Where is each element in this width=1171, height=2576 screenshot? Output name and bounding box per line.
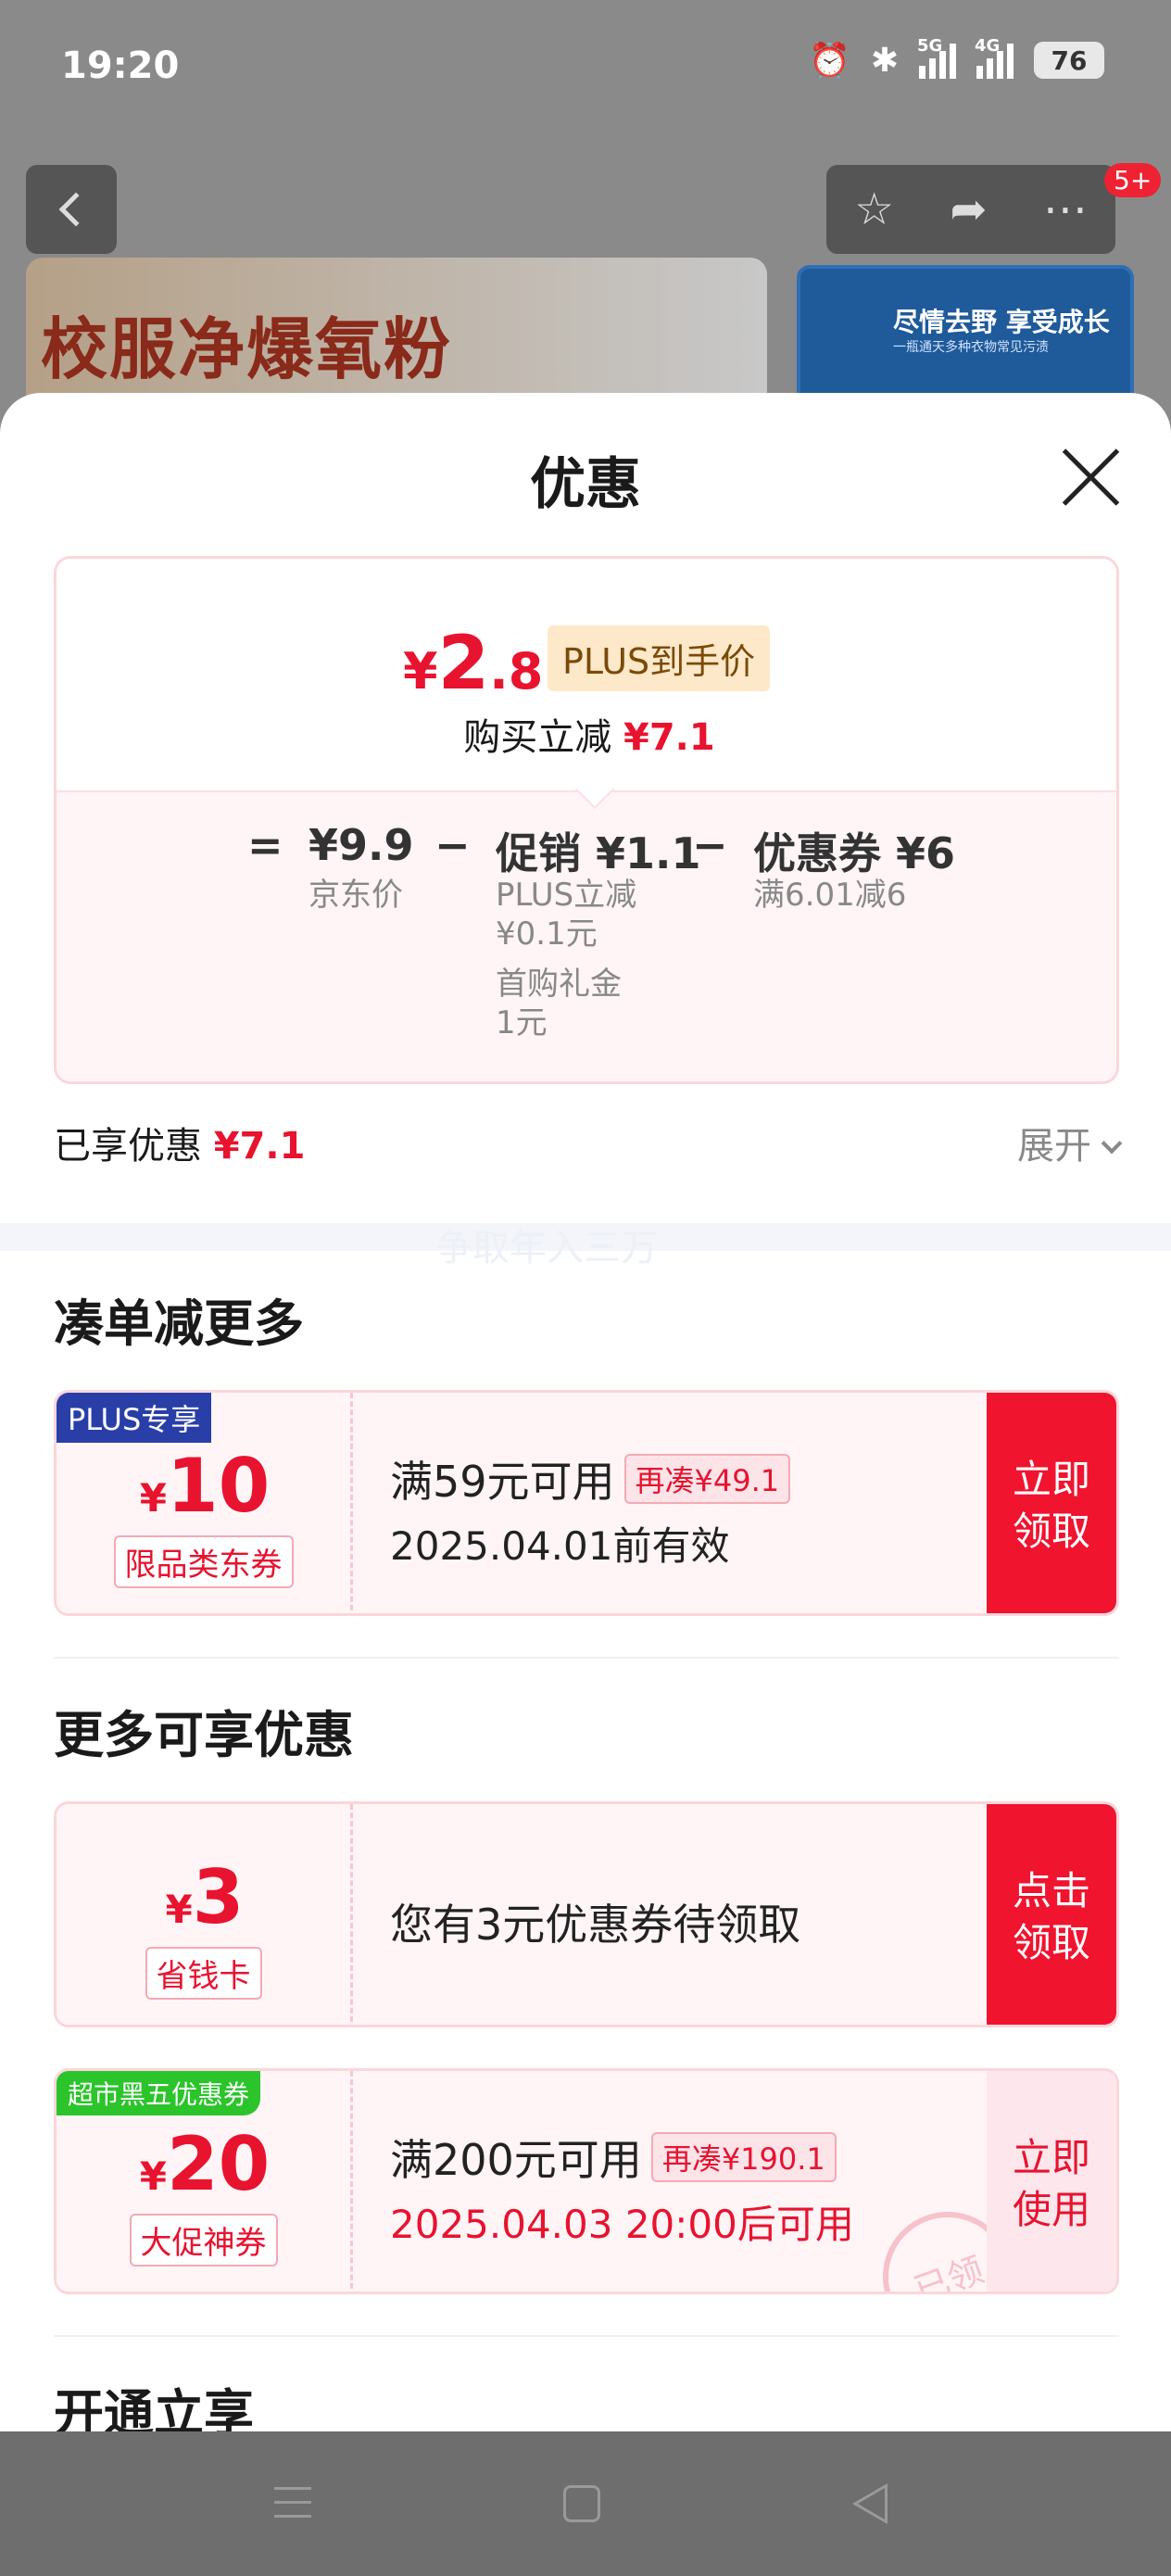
equals-sign: = (247, 820, 283, 870)
banner-right-sub: 一瓶通天多种衣物常见污渍 (893, 340, 1049, 355)
coupon-details: 满200元可用 再凑¥190.1 2025.04.03 20:00后可用 (390, 2127, 854, 2250)
price-breakdown-card: ¥2.8 PLUS到手价 购买立减 ¥7.1 = ¥9.9 京东价 − 促销 ¥… (54, 556, 1119, 1084)
message-badge: 5+ (1104, 163, 1162, 197)
section-title-open: 开通立享 (54, 2384, 254, 2431)
coupon-condition: 满59元可用 (390, 1457, 615, 1507)
promo-sub-1: PLUS立减 (496, 877, 637, 914)
coupon-card-plus: PLUS专享 ¥10 限品类东券 满59元可用 再凑¥49.1 2025.04.0… (54, 1390, 1119, 1616)
system-nav-bar (0, 2433, 1171, 2576)
alarm-icon: ⏰ (809, 42, 850, 80)
coupon-validity: 2025.04.01前有效 (390, 1523, 730, 1569)
divider-line (54, 1657, 1119, 1659)
coupon-amount: 优惠券 ¥6 (753, 828, 956, 878)
promo-sub-4: 1元 (496, 1004, 548, 1042)
back-triangle-icon[interactable] (852, 2483, 888, 2524)
promo-sub-3: 首购礼金 (496, 966, 622, 1003)
expand-toggle[interactable]: 展开 (1017, 1116, 1123, 1169)
minus-sign-2: − (692, 820, 728, 870)
promo-sub-2: ¥0.1元 (496, 915, 598, 953)
signal-4g-icon: 4G (975, 36, 1014, 79)
promo-amount: 促销 ¥1.1 (496, 828, 701, 878)
reduce-line: 购买立减 ¥7.1 (463, 716, 715, 759)
final-price: ¥2.8 (403, 620, 544, 706)
plus-exclusive-tag: PLUS专享 (57, 1393, 212, 1443)
enjoyed-discount: 已享优惠 ¥7.1 (54, 1125, 306, 1168)
coupon-amount: ¥3 (165, 1854, 245, 1940)
battery-icon: 76 (1034, 42, 1104, 79)
claim-button[interactable]: 立即 领取 (987, 1393, 1116, 1613)
banner-right-text: 尽情去野 享受成长 (893, 307, 1110, 337)
coupon-card-savings: ¥3 省钱卡 您有3元优惠券待领取 点击 领取 (54, 1801, 1119, 2027)
star-icon[interactable]: ☆ (854, 183, 894, 235)
section-title-bundle: 凑单减更多 (54, 1294, 304, 1353)
coupon-left: 超市黑五优惠券 ¥20 大促神券 (57, 2071, 353, 2292)
share-icon[interactable]: ➦ (950, 183, 987, 235)
status-icons: ⏰ ✱ 5G 4G 76 (809, 36, 1104, 80)
use-button[interactable]: 立即 使用 (987, 2071, 1116, 2292)
plus-price-tag: PLUS到手价 (548, 625, 771, 691)
coupon-condition: 满200元可用 (390, 2135, 642, 2185)
top-actions: ☆ ➦ ⋯ (826, 165, 1115, 254)
status-bar: 19:20 ⏰ ✱ 5G 4G 76 (0, 0, 1171, 139)
coupon-type-tag: 大促神券 (129, 2214, 278, 2267)
chevron-down-icon (1101, 1132, 1123, 1155)
back-button[interactable] (26, 165, 117, 254)
coupon-extra: 再凑¥49.1 (623, 1454, 791, 1504)
banner-left-text: 校服净爆氧粉 (41, 310, 453, 388)
coupon-text: 您有3元优惠券待领取 (390, 1900, 801, 1950)
coupon-extra: 再凑¥190.1 (650, 2132, 837, 2182)
coupon-left: PLUS专享 ¥10 限品类东券 (57, 1393, 353, 1613)
status-time: 19:20 (61, 44, 180, 87)
chevron-left-icon (58, 192, 94, 227)
coupon-amount: ¥20 (139, 2121, 271, 2207)
close-icon[interactable] (1062, 448, 1119, 506)
signal-5g-icon: 5G (917, 36, 956, 79)
coupon-type-tag: 限品类东券 (113, 1535, 294, 1588)
supermarket-tag: 超市黑五优惠券 (57, 2071, 261, 2115)
coupon-validity: 2025.04.03 20:00后可用 (390, 2202, 854, 2247)
ghost-text: 争取年入三万 (435, 1227, 658, 1269)
divider-line (54, 2335, 1119, 2337)
more-icon[interactable]: ⋯ (1043, 183, 1088, 235)
jd-price-label: 京东价 (308, 877, 403, 914)
coupon-type-tag: 省钱卡 (145, 1947, 262, 2000)
home-icon[interactable] (563, 2485, 600, 2522)
price-summary: ¥2.8 PLUS到手价 购买立减 ¥7.1 (57, 559, 1116, 790)
coupon-card-supermarket: 超市黑五优惠券 ¥20 大促神券 满200元可用 再凑¥190.1 2025.04… (54, 2068, 1119, 2294)
coupon-left: ¥3 省钱卡 (57, 1804, 353, 2025)
section-title-more: 更多可享优惠 (54, 1706, 354, 1764)
price-formula: = ¥9.9 京东价 − 促销 ¥1.1 PLUS立减 ¥0.1元 首购礼金 1… (57, 790, 1116, 1081)
sheet-title: 优惠 (530, 452, 641, 517)
minus-sign-1: − (434, 820, 471, 870)
discount-sheet: 优惠 ¥2.8 PLUS到手价 购买立减 ¥7.1 = ¥9.9 京东价 − 促… (0, 393, 1171, 2431)
menu-icon[interactable] (274, 2487, 311, 2529)
claim-button[interactable]: 点击 领取 (987, 1804, 1116, 2025)
coupon-condition: 满6.01减6 (753, 877, 907, 914)
coupon-amount: ¥10 (139, 1443, 271, 1529)
jd-price: ¥9.9 (308, 820, 414, 870)
coupon-details: 满59元可用 再凑¥49.1 2025.04.01前有效 (390, 1448, 791, 1572)
bluetooth-icon: ✱ (870, 41, 899, 80)
